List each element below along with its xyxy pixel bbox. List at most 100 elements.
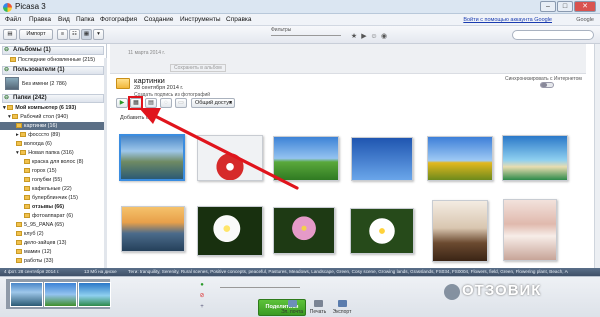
folders-header: Папки (242) — [13, 95, 47, 101]
status-size: 13 Мб на диске — [84, 269, 117, 274]
menu-help[interactable]: Справка — [226, 16, 252, 23]
tree-my-computer[interactable]: ▾ Мой компьютер (6 193) — [0, 104, 105, 112]
tree-desktop[interactable]: ▾ Рабочий стол (940) — [0, 113, 105, 121]
tree-item[interactable]: ▸ фосссто (89) — [0, 131, 105, 139]
view-tree-icon[interactable]: ☷ — [69, 29, 80, 40]
view-list-icon[interactable]: ≡ — [57, 29, 68, 40]
status-bar: 4 фот. 28 сентября 2014 г. 13 Мб на диск… — [0, 268, 600, 276]
tree-item[interactable]: фотоаппарат (6) — [0, 212, 105, 220]
menu-file[interactable]: Файл — [5, 16, 21, 23]
tree-item-selected[interactable]: картинки (16) — [0, 122, 105, 130]
collapse-icon[interactable]: ⊖ — [4, 67, 9, 74]
collapse-icon[interactable]: ⊖ — [4, 47, 9, 54]
window-title: Picasa 3 — [15, 2, 46, 11]
close-button[interactable]: ✕ — [574, 1, 596, 12]
minimize-button[interactable]: – — [540, 1, 556, 12]
save-album-button[interactable]: Сохранить в альбом — [170, 64, 226, 72]
title-bar: Picasa 3 – □ ✕ — [0, 0, 600, 14]
sync-toggle[interactable] — [540, 82, 554, 88]
photo-thumbnail[interactable] — [197, 206, 263, 256]
sidebar-item-unnamed[interactable]: Без имени (2 786) — [0, 80, 105, 88]
view-grid-icon[interactable]: ▦ — [81, 29, 92, 40]
photo-thumbnail[interactable] — [427, 136, 493, 181]
collapse-icon[interactable]: ⊖ — [4, 95, 9, 102]
toolbar: ▤ Импорт ≡ ☷ ▦ ▾ Фильтры ★ ▶ ☺ ◉ — [0, 26, 600, 44]
tree-item[interactable]: ▾ Новая папка (316) — [0, 149, 105, 157]
photo-thumbnail[interactable] — [121, 206, 185, 252]
sidebar-scrollbar[interactable] — [104, 58, 107, 278]
menu-create[interactable]: Создание — [144, 16, 173, 23]
tree-item[interactable]: кафельные (22) — [0, 185, 105, 193]
previous-folder-date: 11 марта 2014 г. — [128, 50, 165, 56]
thumbnail-size-slider[interactable] — [220, 287, 300, 291]
watermark-logo-icon — [444, 284, 460, 300]
filter-slider[interactable] — [271, 35, 341, 39]
picasa-logo-icon — [3, 3, 12, 12]
menu-photo[interactable]: Фотография — [100, 16, 137, 23]
tree-item[interactable]: горох (15) — [0, 167, 105, 175]
photo-thumbnail[interactable] — [432, 200, 488, 262]
tree-item[interactable]: клуб (2) — [0, 230, 105, 238]
email-icon — [287, 300, 297, 307]
photo-thumbnail[interactable] — [273, 207, 335, 254]
previous-folder-strip: 11 марта 2014 г. Сохранить в альбом — [110, 44, 586, 74]
hold-icon[interactable]: ● — [198, 282, 206, 288]
export-icon — [337, 300, 347, 307]
tree-item[interactable]: 5_95_PANA (65) — [0, 221, 105, 229]
tree-item[interactable]: краска для волос (8) — [0, 158, 105, 166]
menu-tools[interactable]: Инструменты — [180, 16, 221, 23]
status-tags: Теги: tranquility, Serenity, Rural scene… — [128, 269, 568, 274]
album-date: 28 сентября 2014 г. — [134, 85, 184, 91]
annotation-arrow — [139, 108, 299, 190]
tree-item[interactable]: отзывы (66) — [0, 203, 105, 211]
location-filter-icon[interactable]: ◉ — [380, 33, 388, 41]
google-label: Google — [576, 17, 594, 23]
folder-icon — [116, 78, 130, 89]
menu-edit[interactable]: Правка — [29, 16, 51, 23]
albums-section[interactable]: ⊖ Альбомы (1) — [2, 46, 104, 55]
view-options-icon[interactable]: ▾ — [93, 29, 104, 40]
main-scrollbar[interactable] — [594, 44, 600, 268]
people-header: Пользователи (1) — [13, 67, 65, 73]
album-icon — [10, 57, 16, 62]
tray-thumbnail[interactable] — [78, 282, 111, 307]
photo-thumbnail[interactable] — [350, 208, 414, 254]
watermark: ОТЗОВИК — [462, 282, 542, 299]
clear-icon[interactable]: ⊘ — [198, 293, 206, 299]
picasa-window: Picasa 3 – □ ✕ Файл Правка Вид Папка Фот… — [0, 0, 600, 317]
tree-item[interactable]: голубки (55) — [0, 176, 105, 184]
menu-view[interactable]: Вид — [58, 16, 70, 23]
video-filter-icon[interactable]: ▶ — [360, 33, 368, 41]
sidebar: ⊖ Альбомы (1) Последние обновленные (215… — [0, 44, 107, 284]
tree-item[interactable]: мамин (12) — [0, 248, 105, 256]
menu-folder[interactable]: Папка — [76, 16, 94, 23]
people-filter-icon[interactable]: ☺ — [370, 33, 378, 41]
email-button[interactable]: Эл. почта — [280, 300, 304, 315]
import-button[interactable]: Импорт — [19, 29, 53, 40]
people-section[interactable]: ⊖ Пользователи (1) — [2, 66, 104, 75]
status-count: 4 фот. 28 сентября 2014 г. — [4, 269, 60, 274]
tray-thumbnail[interactable] — [10, 282, 43, 307]
maximize-button[interactable]: □ — [557, 1, 573, 12]
folders-section[interactable]: ⊖ Папки (242) — [2, 94, 104, 103]
add-icon[interactable]: + — [198, 304, 206, 310]
print-button[interactable]: Печать — [306, 300, 330, 315]
search-input[interactable] — [512, 30, 594, 40]
signin-link[interactable]: Войти с помощью аккаунта Google — [463, 17, 552, 23]
sidebar-item-recent[interactable]: Последние обновленные (215) — [0, 56, 105, 64]
tree-item[interactable]: вологда (6) — [0, 140, 105, 148]
photo-thumbnail[interactable] — [351, 137, 413, 181]
photo-thumbnail[interactable] — [502, 135, 568, 181]
star-filter-icon[interactable]: ★ — [350, 33, 358, 41]
albums-header: Альбомы (1) — [13, 47, 51, 53]
add-folder-icon[interactable]: ▤ — [3, 29, 17, 40]
photo-thumbnail[interactable] — [503, 199, 557, 261]
tray-thumbnail[interactable] — [44, 282, 77, 307]
tree-item[interactable]: булерблинчик (15) — [0, 194, 105, 202]
album-title[interactable]: картинки — [134, 76, 165, 85]
tree-item[interactable]: дело-зайцев (13) — [0, 239, 105, 247]
menu-bar: Файл Правка Вид Папка Фотография Создани… — [0, 14, 600, 26]
printer-icon — [313, 300, 323, 307]
tree-item[interactable]: работы (33) — [0, 257, 105, 265]
export-button[interactable]: Экспорт — [330, 300, 354, 315]
